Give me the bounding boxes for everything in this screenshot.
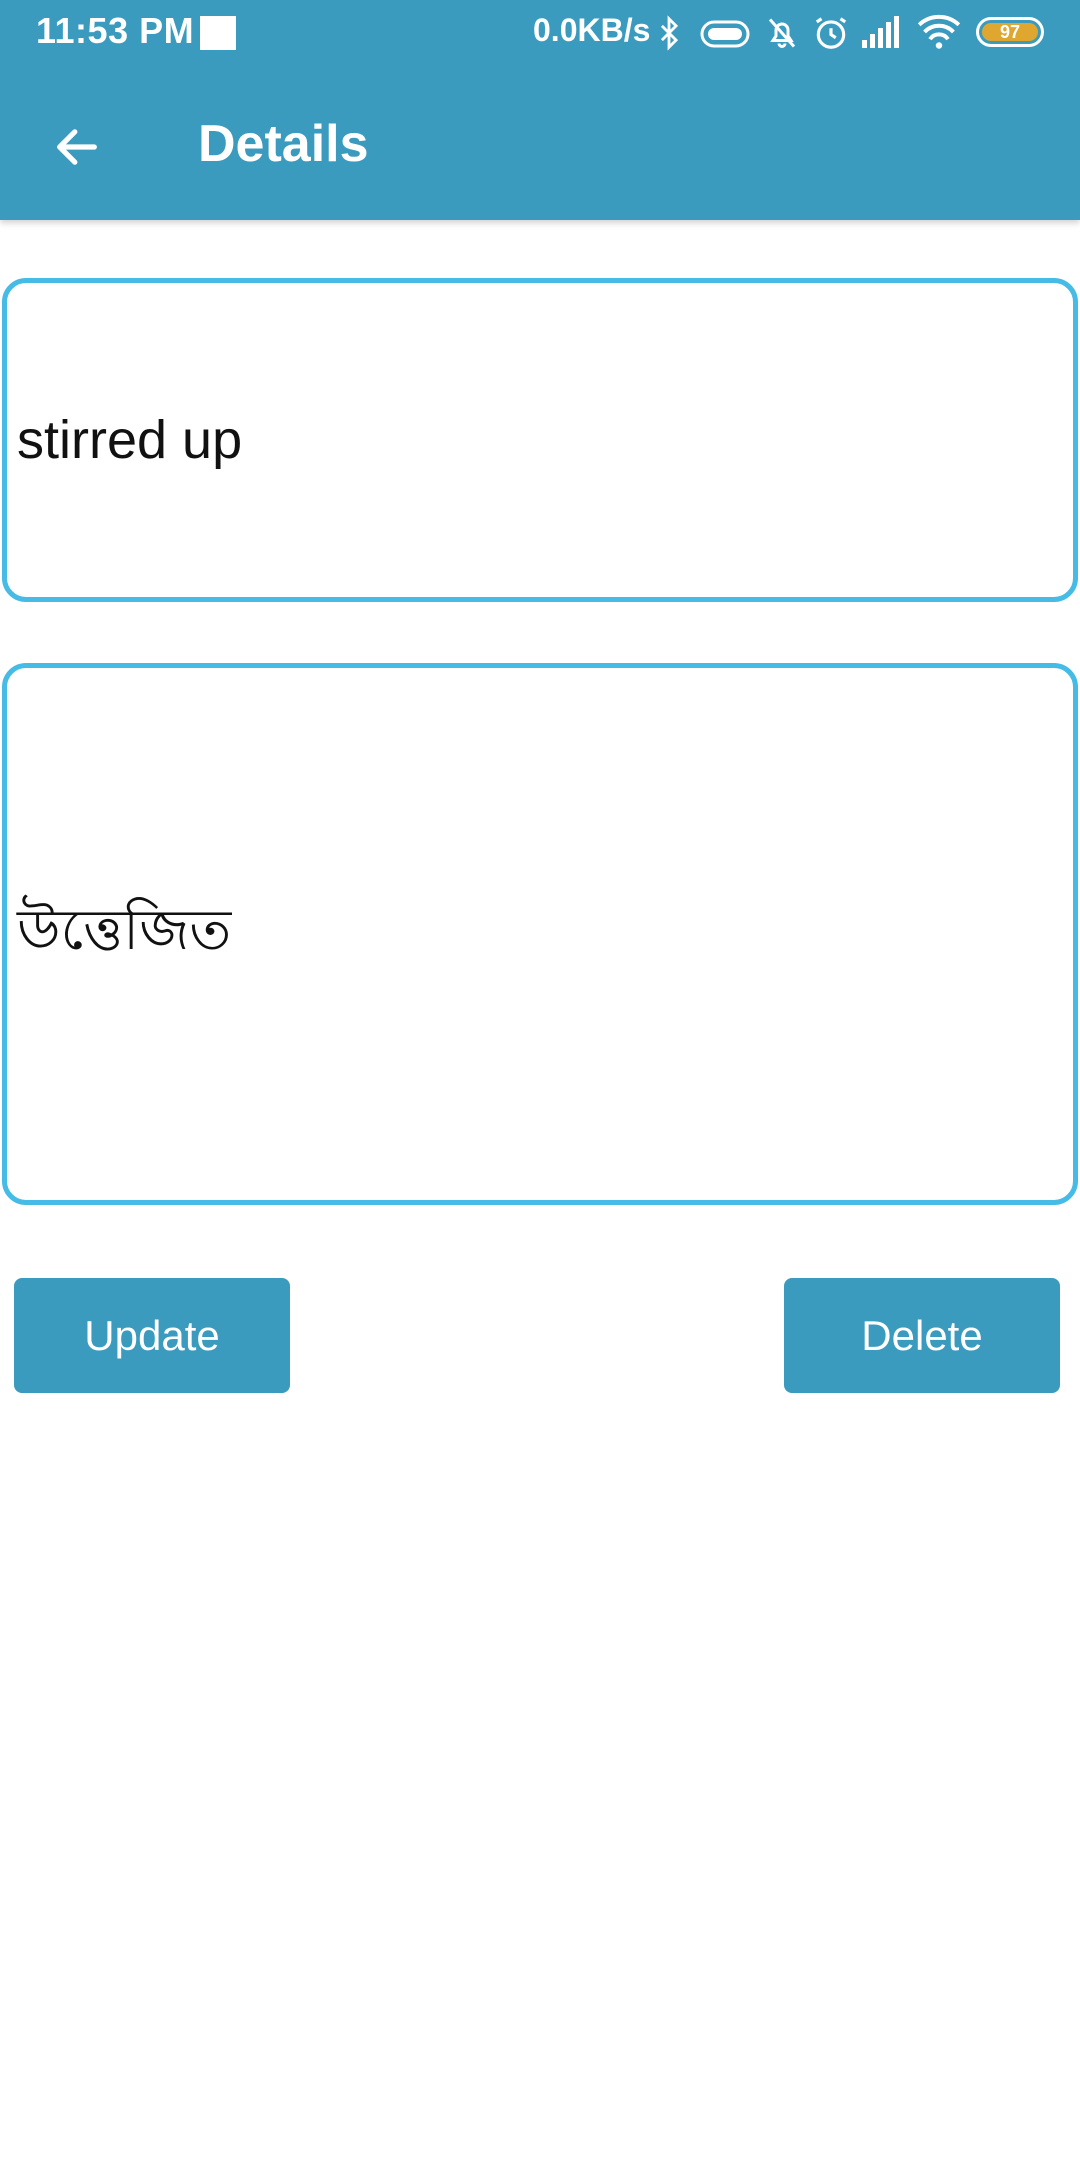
status-time: 11:53 PM	[36, 10, 195, 51]
network-speed: 0.0KB/s	[533, 12, 651, 48]
back-button[interactable]	[40, 110, 114, 184]
delete-button[interactable]: Delete	[784, 1278, 1060, 1393]
toolbar: Details	[0, 66, 1080, 220]
battery-icon: 97	[976, 17, 1044, 47]
wifi-icon	[916, 14, 962, 55]
update-button[interactable]: Update	[14, 1278, 290, 1393]
delete-button-label: Delete	[861, 1311, 983, 1359]
signal-icon	[860, 14, 904, 55]
meaning-field[interactable]: উত্তেজিত	[2, 663, 1078, 1205]
app-bar: 11:53 PM 0.0KB/s 97 Details	[0, 0, 1080, 220]
page-title: Details	[198, 115, 369, 173]
word-field-value: stirred up	[17, 410, 243, 470]
battery-level: 97	[982, 22, 1038, 42]
status-bar: 11:53 PM 0.0KB/s 97	[0, 0, 1080, 66]
notification-icon	[200, 16, 236, 50]
toggle-icon	[700, 20, 750, 53]
word-field[interactable]: stirred up	[2, 278, 1078, 602]
bluetooth-icon	[652, 14, 686, 57]
alarm-icon	[812, 14, 850, 57]
arrow-left-icon	[57, 129, 97, 165]
bell-muted-icon	[764, 14, 800, 57]
meaning-field-value: উত্তেজিত	[17, 898, 232, 963]
update-button-label: Update	[84, 1311, 220, 1359]
